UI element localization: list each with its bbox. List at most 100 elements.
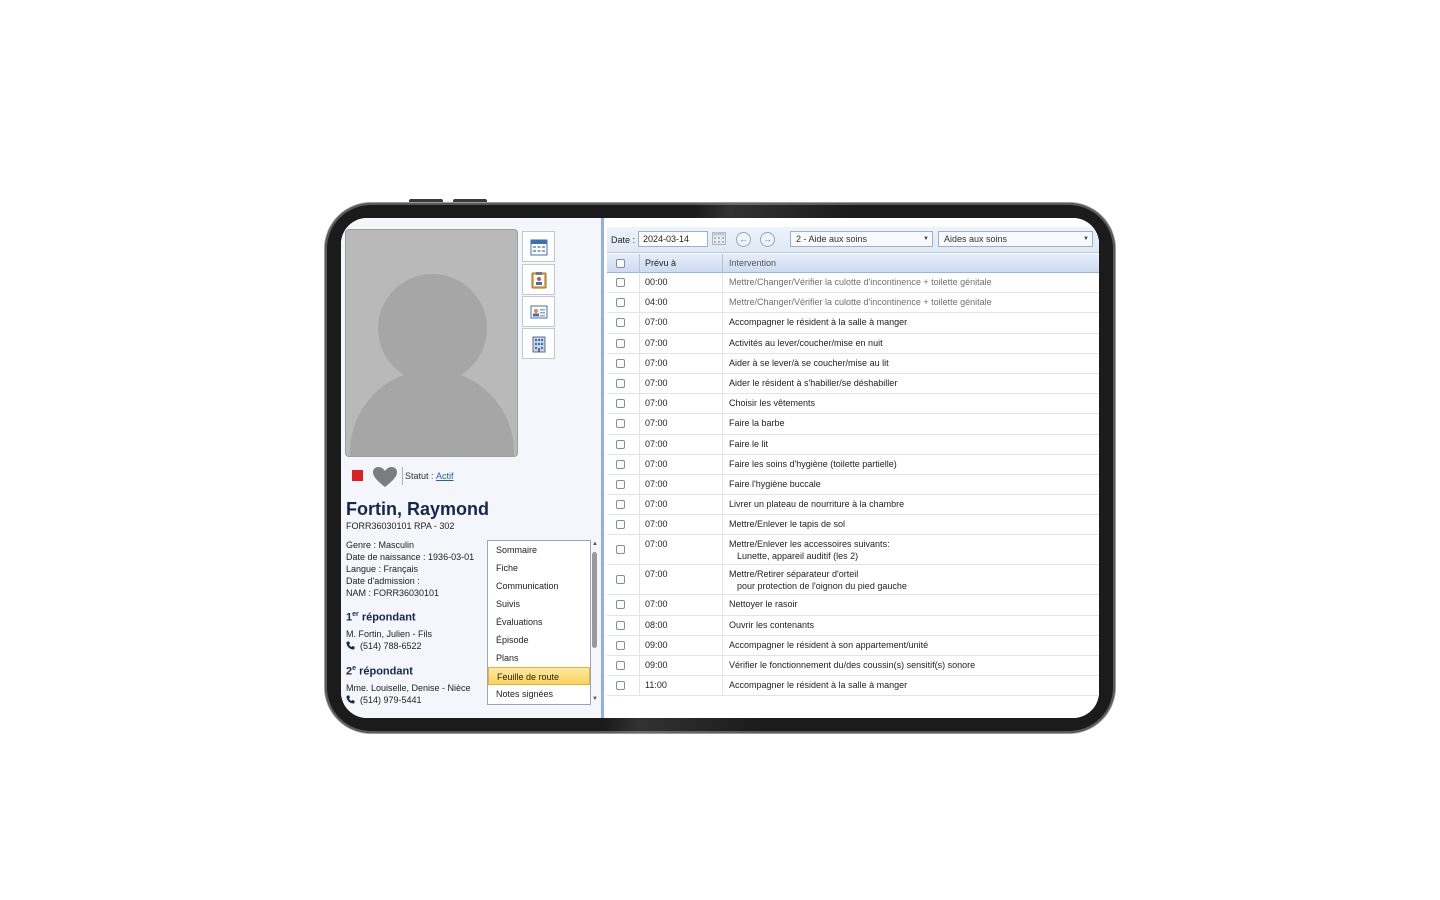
row-time: 07:00 <box>639 414 722 434</box>
row-checkbox[interactable] <box>616 640 625 650</box>
row-time: 07:00 <box>639 535 722 565</box>
table-row[interactable]: 07:00 Faire la barbe <box>607 414 1099 435</box>
table-row[interactable]: 07:00 Faire le lit <box>607 434 1099 455</box>
row-checkbox[interactable] <box>616 278 625 287</box>
table-row[interactable]: 07:00 Choisir les vêtements <box>607 394 1099 415</box>
row-checkbox[interactable] <box>616 575 625 585</box>
row-checkbox[interactable] <box>616 318 625 328</box>
respondent-1-phone[interactable]: (514) 788-6522 <box>346 641 422 651</box>
row-intervention: Mettre/Retirer séparateur d'orteil pour p… <box>722 565 1099 595</box>
nav-item-fiche[interactable]: Fiche <box>488 559 590 577</box>
nav-item-episode[interactable]: Épisode <box>488 631 590 649</box>
row-checkbox[interactable] <box>616 681 625 691</box>
arrow-left-icon: ← <box>739 234 748 244</box>
row-intervention: Accompagner le résident à la salle à man… <box>722 313 1099 333</box>
row-checkbox[interactable] <box>616 620 625 630</box>
table-row[interactable]: 07:00 Mettre/Enlever le tapis de sol <box>607 515 1099 536</box>
table-row[interactable]: 08:00 Ouvrir les contenants <box>607 615 1099 636</box>
row-checkbox[interactable] <box>616 500 625 510</box>
row-time: 07:00 <box>639 394 722 414</box>
row-time: 07:00 <box>639 373 722 394</box>
table-row[interactable]: 07:00 Aider le résident à s'habiller/se d… <box>607 373 1099 395</box>
nav-item-suivis[interactable]: Suivis <box>488 595 590 613</box>
role-select[interactable]: Aides aux soins ▼ <box>938 231 1093 247</box>
date-picker-icon[interactable] <box>712 232 726 245</box>
row-intervention: Livrer un plateau de nourriture à la cha… <box>722 495 1099 515</box>
column-header-intervention[interactable]: Intervention <box>722 254 1099 273</box>
roadmap-toolbar: Date : ← → 2 - Aide aux soins▼ Aides aux… <box>607 227 1099 253</box>
row-checkbox[interactable] <box>616 545 625 555</box>
row-intervention-detail: Lunette, appareil auditif (les 2) <box>737 551 859 562</box>
row-checkbox[interactable] <box>616 520 625 530</box>
select-all-checkbox[interactable] <box>616 259 625 268</box>
table-row[interactable]: 07:00 Mettre/Enlever les accessoires suiv… <box>607 535 1099 566</box>
respondent-1-person: M. Fortin, Julien - Fils <box>346 629 433 639</box>
nav-item-plans[interactable]: Plans <box>488 649 590 667</box>
patient-id-line: FORR36030101 RPA - 302 <box>346 521 455 531</box>
row-checkbox[interactable] <box>616 399 625 409</box>
table-row[interactable]: 07:00 Faire les soins d'hygiène (toilette… <box>607 454 1099 475</box>
nav-item-sommaire[interactable]: Sommaire <box>488 541 590 559</box>
table-row[interactable]: 07:00 Aider à se lever/à se coucher/mise … <box>607 353 1099 374</box>
row-intervention: Faire les soins d'hygiène (toilette part… <box>722 454 1099 474</box>
row-intervention: Choisir les vêtements <box>722 394 1099 414</box>
row-checkbox[interactable] <box>616 378 625 388</box>
roadmap-panel: Date : ← → 2 - Aide aux soins▼ Aides aux… <box>607 218 1099 718</box>
contact-card-button[interactable] <box>522 296 555 327</box>
table-row[interactable]: 00:00 Mettre/Changer/Vérifier la culotte … <box>607 273 1099 294</box>
table-row[interactable]: 11:00 Accompagner le résident à la salle … <box>607 676 1099 697</box>
table-row[interactable]: 07:00 Livrer un plateau de nourriture à l… <box>607 495 1099 516</box>
row-checkbox[interactable] <box>616 358 625 368</box>
table-row[interactable]: 04:00 Mettre/Changer/Vérifier la culotte … <box>607 293 1099 314</box>
row-checkbox[interactable] <box>616 459 625 469</box>
table-row[interactable]: 07:00 Faire l'hygiène buccale <box>607 474 1099 496</box>
scroll-up-icon[interactable]: ▲ <box>592 541 598 547</box>
row-checkbox[interactable] <box>616 338 625 348</box>
heart-icon[interactable] <box>372 466 398 488</box>
table-row[interactable]: 09:00 Vérifier le fonctionnement du/des c… <box>607 656 1099 677</box>
nav-item-evaluations[interactable]: Évaluations <box>488 613 590 631</box>
status-label: Statut : <box>405 471 434 481</box>
row-time: 09:00 <box>639 635 722 655</box>
next-day-button[interactable]: → <box>760 232 775 247</box>
row-checkbox[interactable] <box>616 419 625 429</box>
table-row[interactable]: 09:00 Accompagner le résident à son appar… <box>607 635 1099 656</box>
row-intervention: Accompagner le résident à la salle à man… <box>722 676 1099 696</box>
building-button[interactable] <box>522 328 555 359</box>
nav-item-communication[interactable]: Communication <box>488 577 590 595</box>
clipboard-button[interactable] <box>522 264 555 295</box>
row-checkbox[interactable] <box>616 439 625 449</box>
chevron-down-icon: ▼ <box>1083 236 1089 242</box>
row-intervention: Mettre/Enlever le tapis de sol <box>722 515 1099 535</box>
nav-item-notes-signees[interactable]: Notes signées <box>488 685 590 703</box>
scroll-down-icon[interactable]: ▼ <box>592 696 598 702</box>
clipboard-icon <box>531 271 546 288</box>
table-row[interactable]: 07:00 Activités au lever/coucher/mise en … <box>607 333 1099 354</box>
row-checkbox[interactable] <box>616 298 625 308</box>
date-input[interactable] <box>638 231 708 247</box>
row-checkbox[interactable] <box>616 661 625 670</box>
unit-select[interactable]: 2 - Aide aux soins ▼ <box>790 231 933 247</box>
app-screen: Statut : Actif Fortin, Raymond FORR36030… <box>341 218 1099 718</box>
status-link[interactable]: Actif <box>436 471 454 481</box>
calendar-button[interactable] <box>522 231 555 262</box>
table-row[interactable]: 07:00 Accompagner le résident à la salle … <box>607 313 1099 334</box>
row-time: 07:00 <box>639 353 722 373</box>
row-checkbox[interactable] <box>616 479 625 489</box>
scroll-thumb[interactable] <box>592 552 597 648</box>
table-row[interactable]: 07:00 Mettre/Retirer séparateur d'orteil p… <box>607 565 1099 596</box>
row-time: 07:00 <box>639 474 722 495</box>
table-row[interactable]: 07:00 Nettoyer le rasoir <box>607 595 1099 616</box>
nav-scrollbar[interactable]: ▲ ▼ <box>591 540 599 705</box>
nav-item-feuille-de-route[interactable]: Feuille de route <box>488 667 590 685</box>
row-time: 09:00 <box>639 656 722 676</box>
respondent-2-phone[interactable]: (514) 979-5441 <box>346 695 422 705</box>
row-intervention: Mettre/Changer/Vérifier la culotte d'inc… <box>722 273 1099 293</box>
row-time: 08:00 <box>639 615 722 635</box>
column-header-time[interactable]: Prévu à <box>639 254 727 273</box>
alert-square-icon <box>352 470 363 481</box>
birthdate-line: Date de naissance : 1936-03-01 <box>346 552 475 562</box>
row-checkbox[interactable] <box>616 600 625 610</box>
previous-day-button[interactable]: ← <box>736 232 751 247</box>
row-time: 07:00 <box>639 313 722 333</box>
